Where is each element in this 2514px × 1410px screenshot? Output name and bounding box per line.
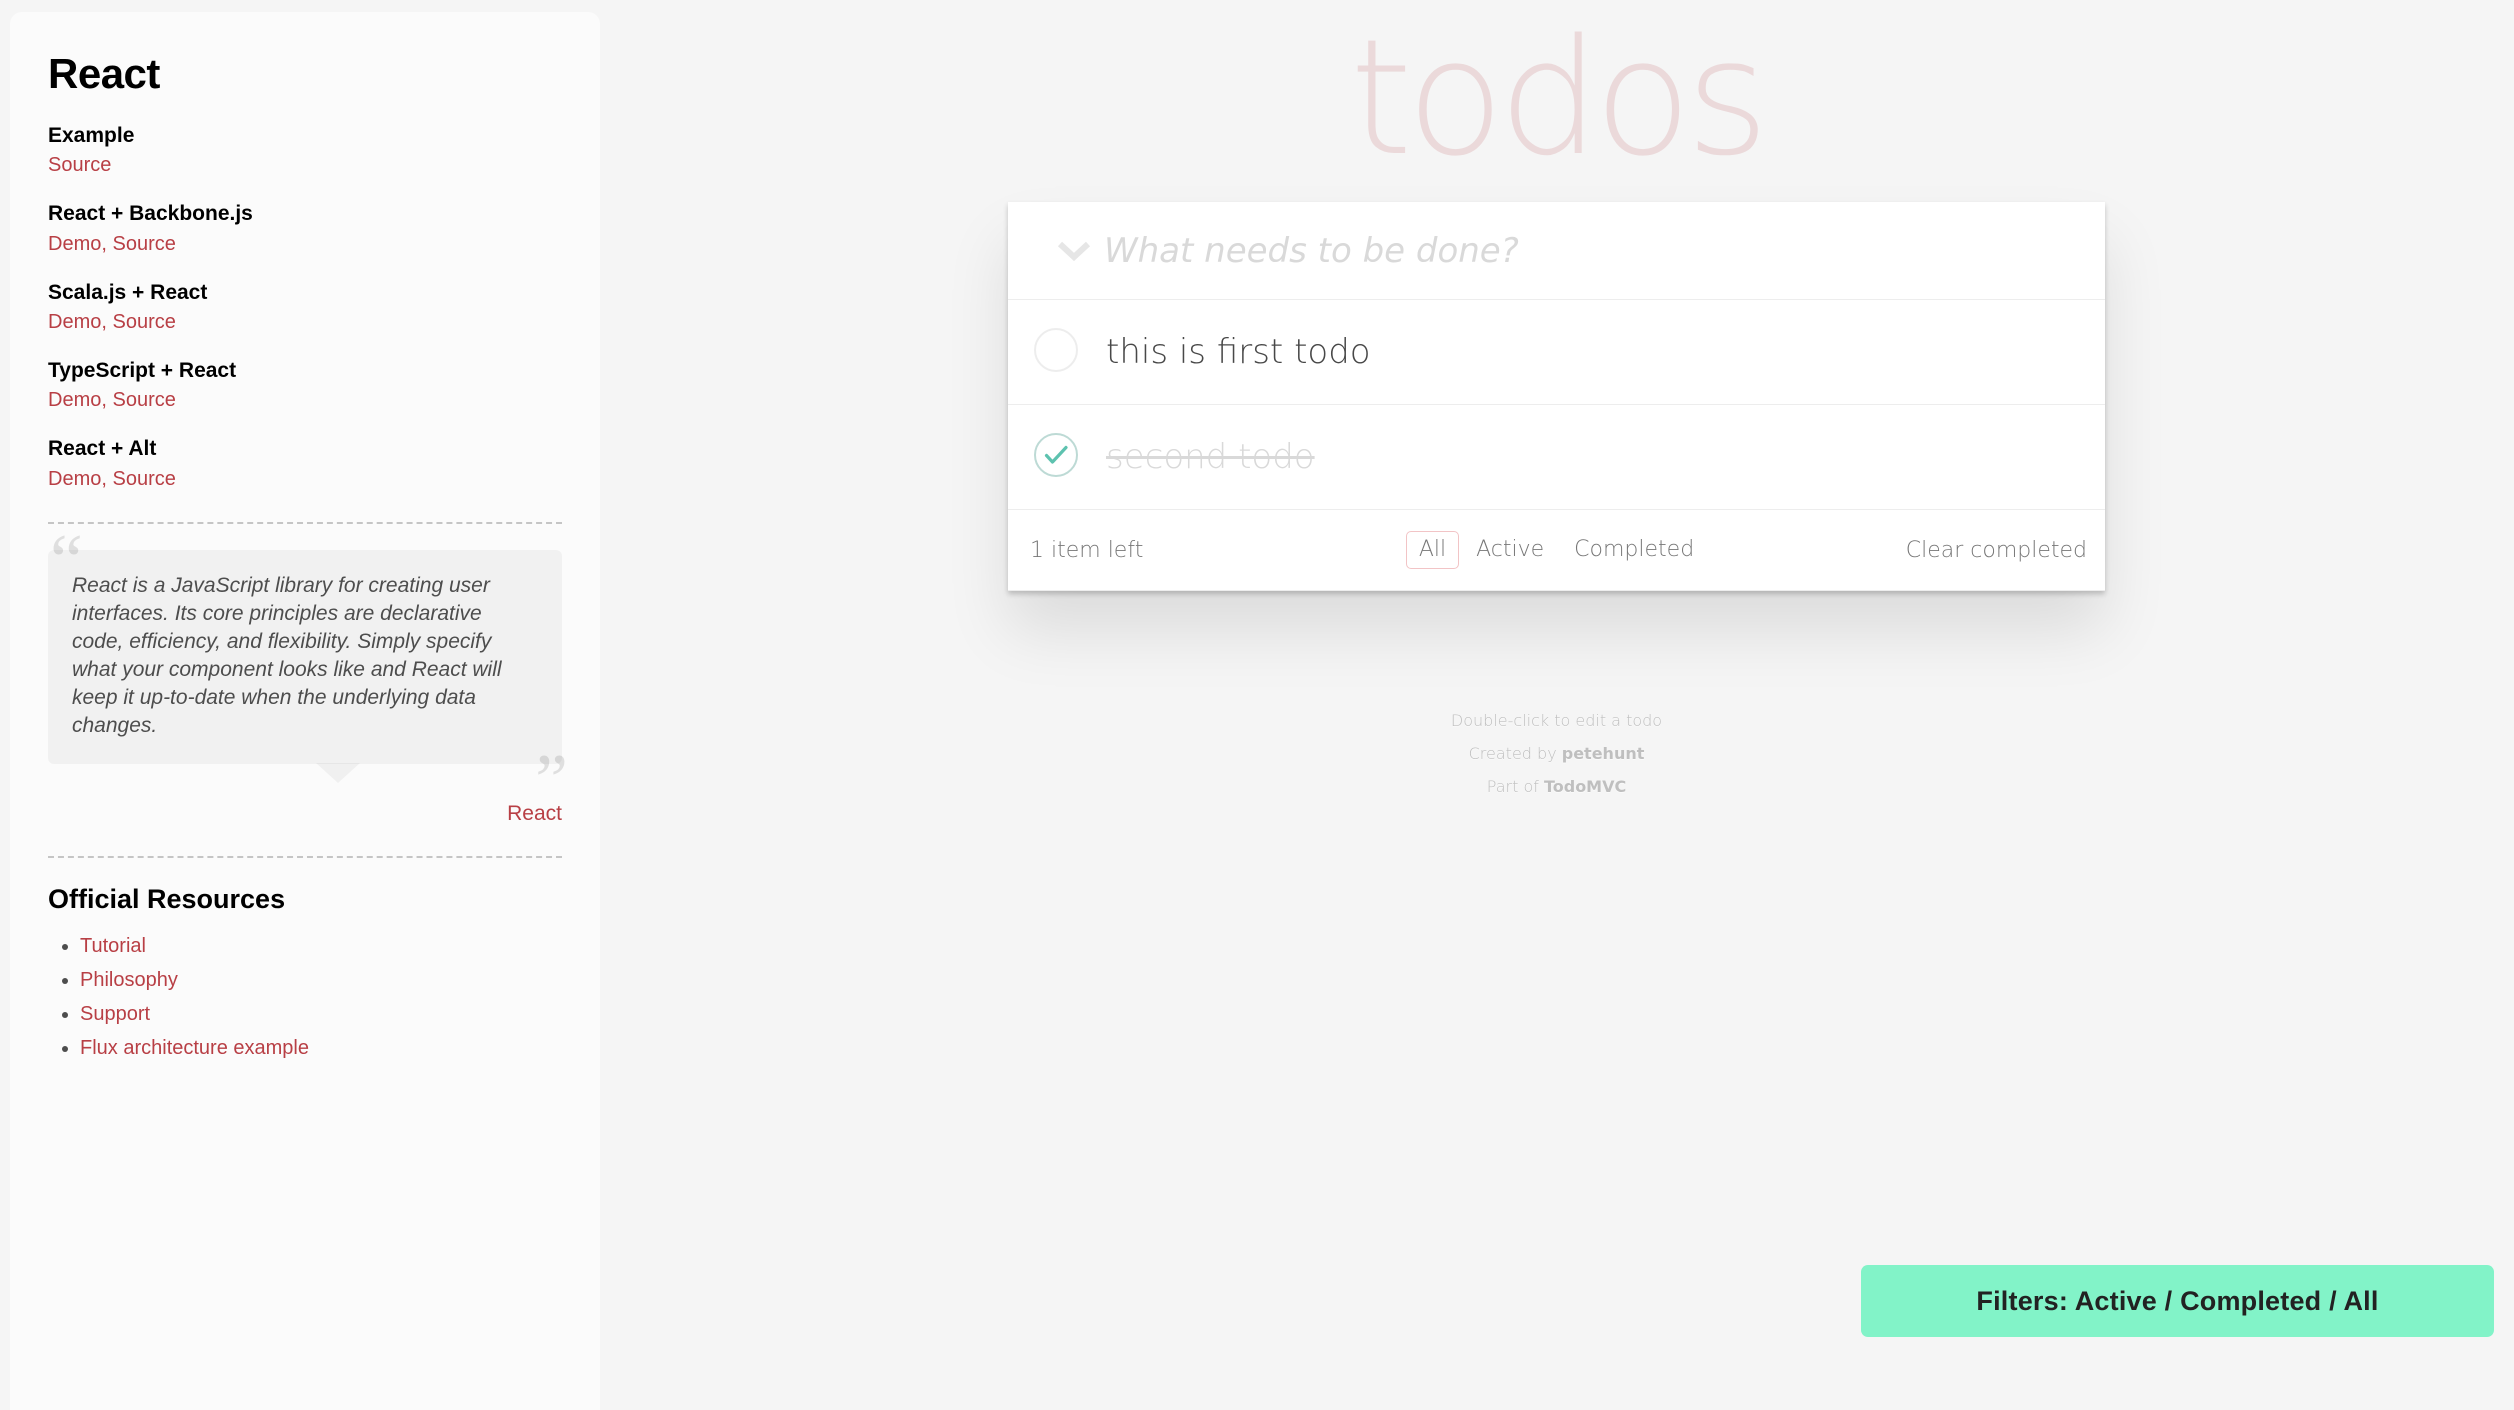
divider-bottom (48, 856, 562, 859)
filter-link-completed[interactable]: Completed (1561, 531, 1707, 569)
demo-urls: Source (48, 152, 562, 178)
quote-text: React is a JavaScript library for creati… (48, 524, 568, 818)
demo-urls: Demo, Source (48, 231, 562, 257)
demo-link-source[interactable]: Source (48, 154, 111, 176)
demo-link-source[interactable]: Source (112, 389, 175, 411)
info-partof: Part of TodoMVC (1008, 775, 2105, 800)
info-partof-prefix: Part of (1486, 776, 1544, 796)
list-item: Philosophy (80, 963, 562, 997)
list-item: Tutorial (80, 929, 562, 963)
todo-label[interactable]: second todo (1104, 437, 1315, 478)
info-footer: Double-click to edit a todo Created by p… (1008, 709, 2105, 799)
todo-toggle[interactable] (1008, 405, 1104, 509)
list-item: Flux architecture example (80, 1031, 562, 1065)
sidebar-title: React (48, 50, 160, 97)
circle-icon (1033, 327, 1079, 378)
resource-link-philosophy[interactable]: Philosophy (80, 969, 178, 991)
quote-block: React is a JavaScript library for creati… (48, 524, 568, 818)
demo-urls: Demo, Source (48, 309, 562, 335)
demo-entry: React + Backbone.js Demo, Source (48, 200, 562, 256)
resources-list: Tutorial Philosophy Support Flux archite… (48, 929, 562, 1065)
filters-banner[interactable]: Filters: Active / Completed / All (1861, 1265, 2494, 1337)
demo-name: Example (48, 124, 135, 148)
demo-link-demo[interactable]: Demo (48, 468, 101, 490)
link-separator: , (101, 389, 113, 412)
quote-tail (316, 763, 360, 784)
clear-completed-button[interactable]: Clear completed (1906, 538, 2087, 563)
link-separator: , (101, 232, 113, 255)
todoapp-wrapper: todos What needs to be done? this is fir… (1008, 0, 2105, 807)
todo-item[interactable]: second todo (1008, 405, 2105, 510)
resource-link-flux[interactable]: Flux architecture example (80, 1037, 309, 1059)
demo-entry: Scala.js + React Demo, Source (48, 279, 562, 335)
page-title: todos (1349, 4, 1769, 191)
todo-item[interactable]: this is first todo (1008, 300, 2105, 405)
filter-item-all[interactable]: All (1405, 530, 1460, 570)
todo-toggle[interactable] (1008, 300, 1104, 404)
resource-link-support[interactable]: Support (80, 1003, 150, 1025)
demo-name: React + Alt (48, 437, 157, 461)
demo-name: Scala.js + React (48, 280, 208, 304)
demo-name: React + Backbone.js (48, 202, 253, 226)
demo-link-demo[interactable]: Demo (48, 389, 101, 411)
info-credit-prefix: Created by (1468, 743, 1562, 763)
demo-entry: Example Source (48, 122, 562, 178)
demo-entry: TypeScript + React Demo, Source (48, 357, 562, 413)
filter-item-completed[interactable]: Completed (1561, 531, 1707, 569)
demo-link-source[interactable]: Source (112, 233, 175, 255)
quote-source: React (48, 802, 562, 826)
todoapp-header (1008, 202, 2105, 300)
link-separator: , (101, 310, 113, 333)
page-root: React Example Source React + Backbone.js… (0, 0, 2514, 1410)
divider-top (48, 521, 562, 524)
demo-link-demo[interactable]: Demo (48, 233, 101, 255)
info-credit-link[interactable]: petehunt (1562, 744, 1645, 763)
resources-title: Official Resources (48, 884, 286, 915)
todo-list: this is first todo second todo (1008, 300, 2105, 510)
todo-label[interactable]: this is first todo (1104, 332, 1371, 373)
filter-link-active[interactable]: Active (1463, 531, 1557, 569)
demo-link-source[interactable]: Source (112, 468, 175, 490)
filter-item-active[interactable]: Active (1463, 531, 1557, 569)
list-item: Support (80, 997, 562, 1031)
resource-link-tutorial[interactable]: Tutorial (80, 935, 146, 957)
info-credit: Created by petehunt (1008, 742, 2105, 767)
todoapp-footer: 1 item left All Active Completed Clear c… (1008, 510, 2105, 591)
link-separator: , (101, 467, 113, 490)
info-hint: Double-click to edit a todo (1450, 711, 1663, 730)
demo-name: TypeScript + React (48, 358, 237, 382)
demo-urls: Demo, Source (48, 466, 562, 492)
demo-link-source[interactable]: Source (112, 311, 175, 333)
demo-urls: Demo, Source (48, 387, 562, 413)
todoapp-card: this is first todo second todo (1008, 202, 2105, 591)
new-todo-input[interactable] (1008, 202, 2105, 299)
learn-sidebar: React Example Source React + Backbone.js… (10, 12, 600, 1410)
demo-entry: React + Alt Demo, Source (48, 435, 562, 491)
filter-link-all[interactable]: All (1405, 530, 1460, 570)
demo-link-demo[interactable]: Demo (48, 311, 101, 333)
demo-links-list: Example Source React + Backbone.js Demo,… (48, 122, 562, 491)
info-partof-link[interactable]: TodoMVC (1544, 777, 1626, 796)
circle-check-icon (1033, 432, 1079, 483)
